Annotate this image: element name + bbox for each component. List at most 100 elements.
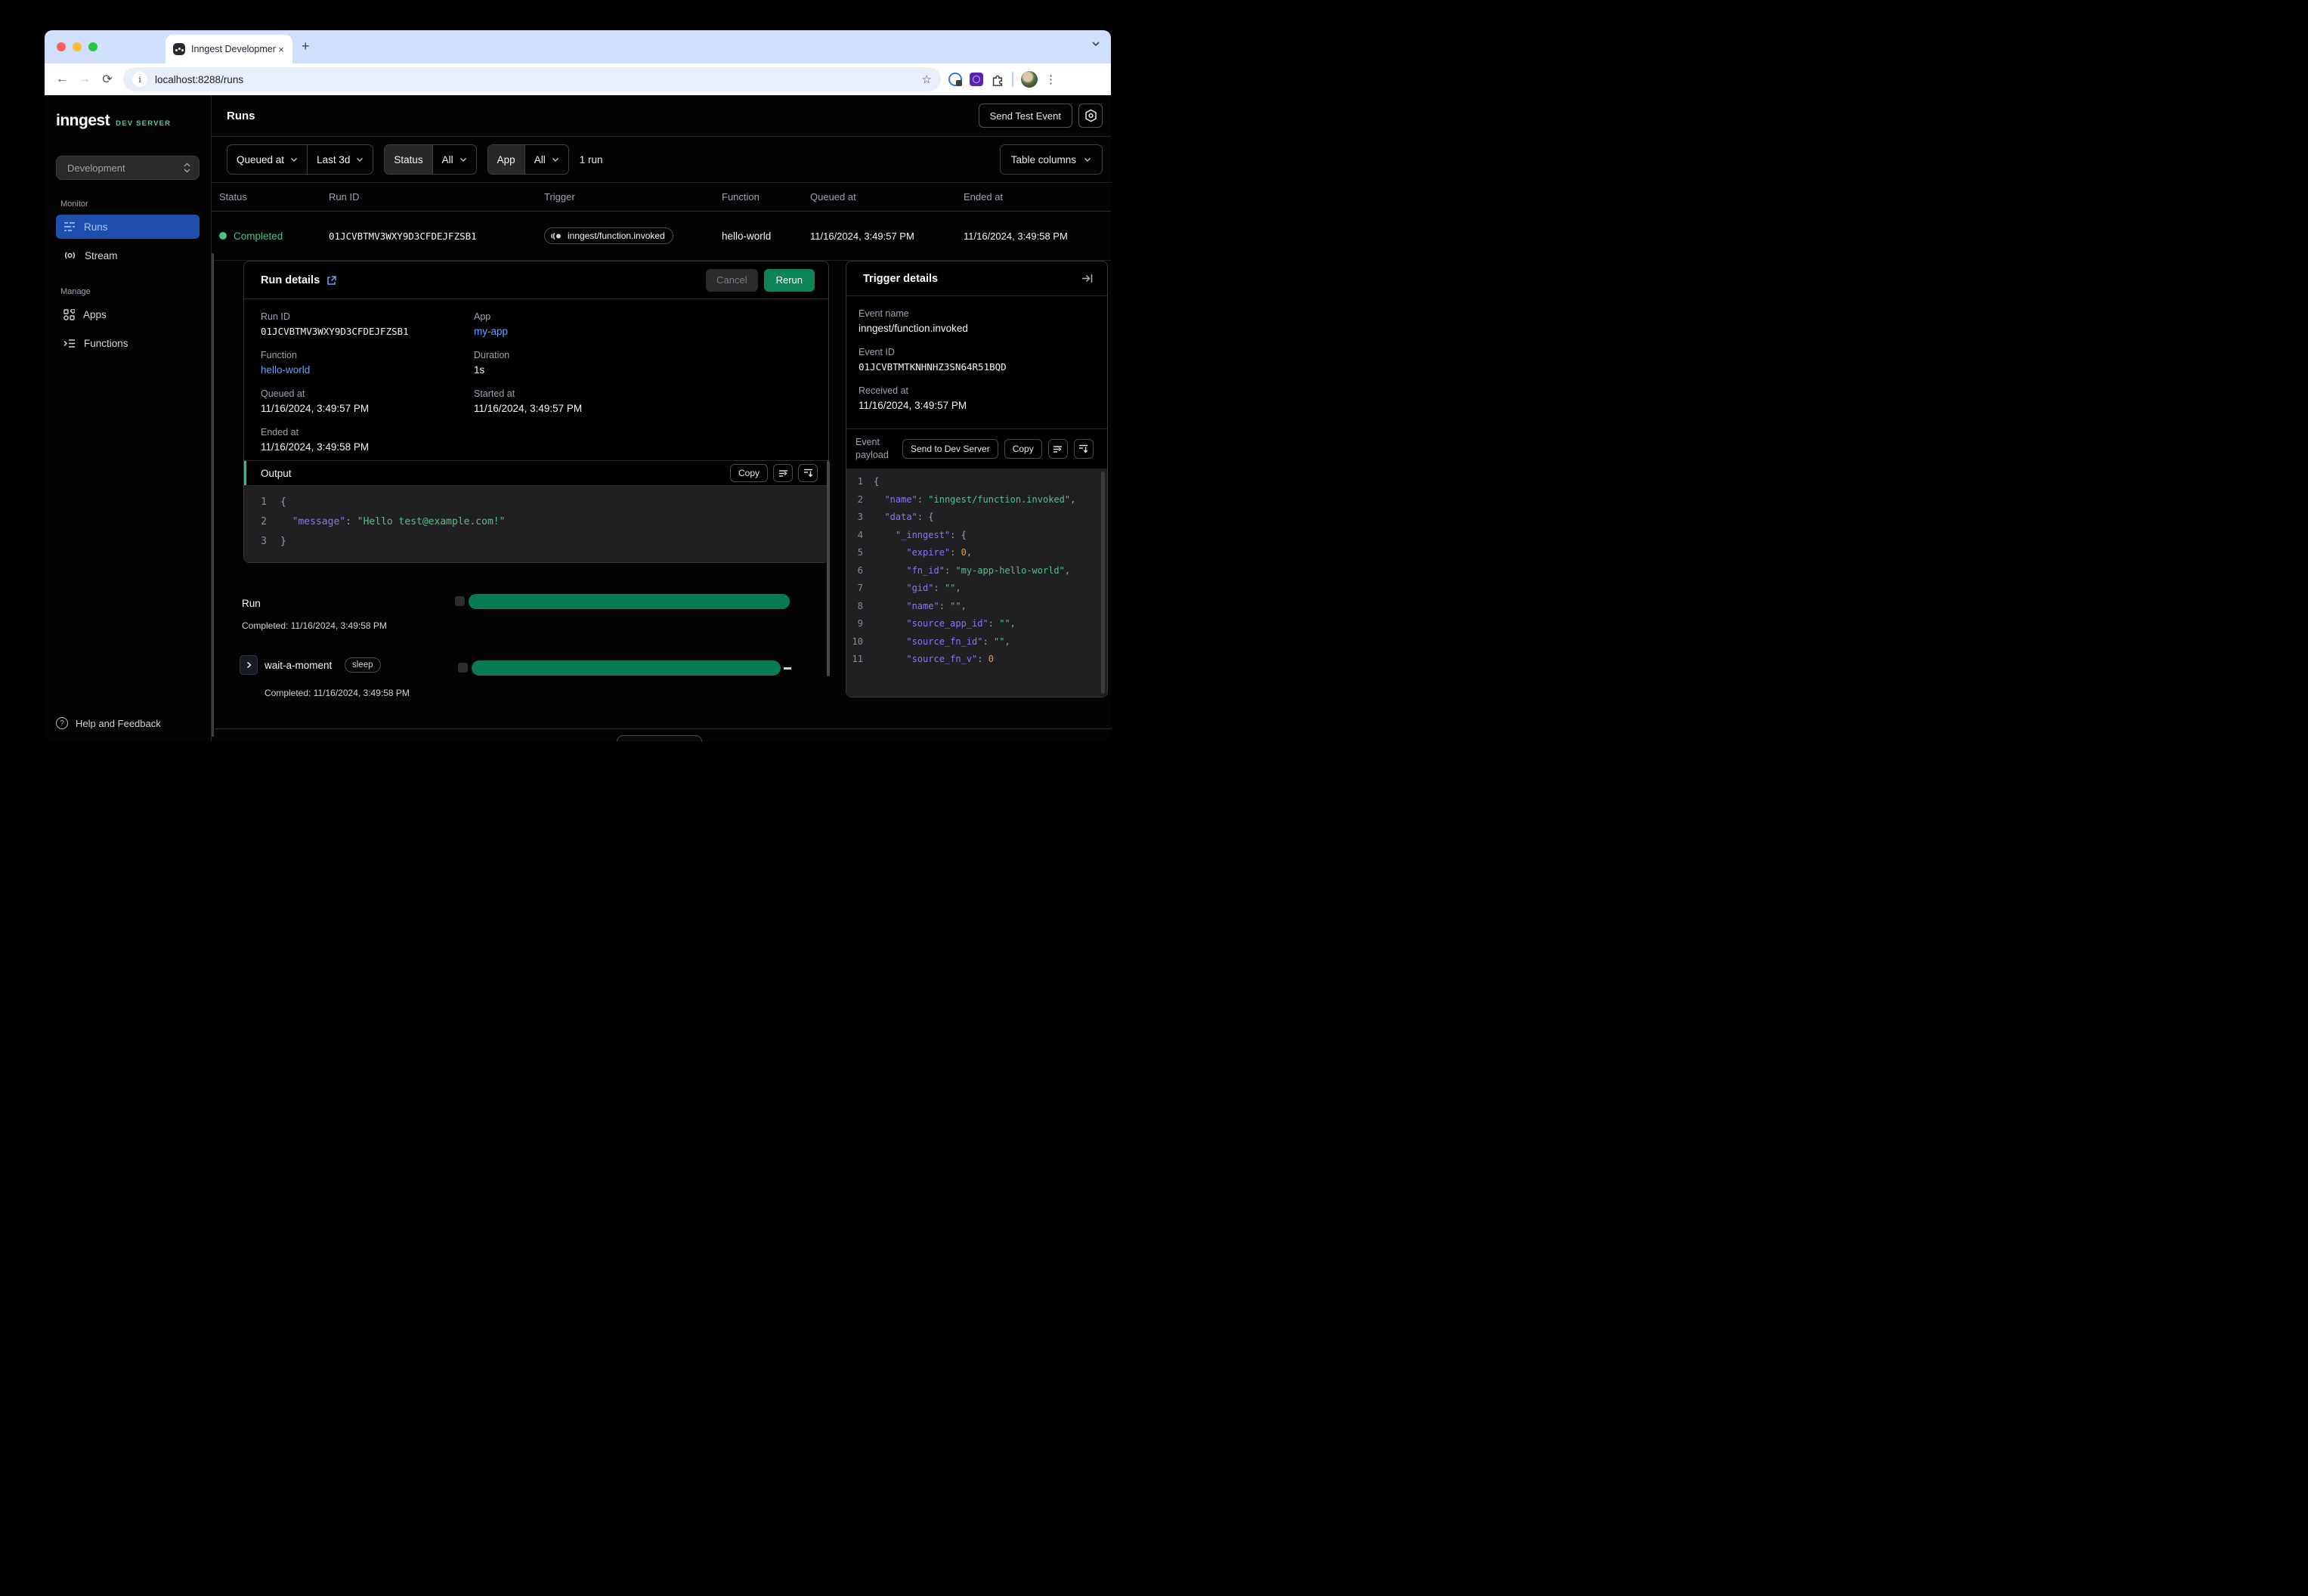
stream-icon <box>64 252 76 259</box>
col-function: Function <box>722 191 760 203</box>
code-line: 3} <box>261 536 286 547</box>
field-app: App my-app <box>474 311 812 337</box>
sidebar-section-manage: Manage <box>60 287 91 296</box>
status-label: Completed <box>234 230 283 242</box>
output-copy-button[interactable]: Copy <box>729 464 768 482</box>
forward-button[interactable]: → <box>73 73 96 86</box>
time-field-dropdown[interactable]: Queued at <box>227 145 307 174</box>
code-scrollbar[interactable] <box>1101 472 1105 694</box>
event-signal-icon <box>551 232 561 240</box>
rerun-button[interactable]: Rerun <box>763 268 815 292</box>
app-filter-label: App <box>487 145 524 174</box>
field-duration: Duration 1s <box>474 350 812 376</box>
help-icon: ? <box>56 717 68 729</box>
sidebar-item-runs[interactable]: Runs <box>56 215 200 239</box>
timeline-step-bar[interactable] <box>472 660 781 676</box>
main-scrollbar-thumb[interactable] <box>212 253 214 737</box>
url-text[interactable]: localhost:8288/runs <box>155 74 922 85</box>
status-filter-dropdown[interactable]: All <box>432 145 476 174</box>
app-filter-dropdown[interactable]: All <box>524 145 568 174</box>
chevron-down-icon <box>552 157 558 162</box>
password-manager-extension-icon[interactable] <box>948 73 962 86</box>
code-line: 5 "expire": 0, <box>857 547 973 558</box>
browser-tabstrip: Inngest Development Server × + <box>45 30 1111 63</box>
browser-menu-icon[interactable]: ⋮ <box>1045 73 1057 86</box>
purple-extension-icon[interactable] <box>970 73 983 86</box>
payload-copy-button[interactable]: Copy <box>1004 439 1042 459</box>
send-to-dev-server-button[interactable]: Send to Dev Server <box>902 439 998 459</box>
profile-avatar[interactable] <box>1021 71 1038 88</box>
field-received-at: Received at 11/16/2024, 3:49:57 PM <box>859 385 1095 411</box>
send-test-event-button[interactable]: Send Test Event <box>978 104 1072 128</box>
partially-visible-button[interactable] <box>617 735 702 741</box>
tab-title: Inngest Development Server <box>191 44 277 54</box>
output-header: Output Copy <box>244 460 828 486</box>
cancel-button[interactable]: Cancel <box>706 268 758 292</box>
zoom-window-button[interactable] <box>88 42 97 51</box>
new-tab-button[interactable]: + <box>302 39 310 54</box>
field-function: Function hello-world <box>261 350 474 376</box>
workspace-select-value: Development <box>67 162 125 174</box>
back-button[interactable]: ← <box>51 73 73 86</box>
sidebar-item-functions[interactable]: Functions <box>56 331 200 355</box>
toolbar-right: ⋮ <box>948 71 1066 88</box>
chevron-down-icon <box>1084 157 1091 162</box>
workspace-select[interactable]: Development <box>56 156 200 180</box>
chevron-down-icon <box>291 157 298 162</box>
tab-close-icon[interactable]: × <box>276 44 286 55</box>
extensions-puzzle-icon[interactable] <box>991 73 1004 86</box>
help-and-feedback[interactable]: ? Help and Feedback <box>56 717 161 729</box>
reload-button[interactable]: ⟳ <box>96 72 119 87</box>
close-window-button[interactable] <box>57 42 66 51</box>
output-code-block[interactable]: 1{2 "message": "Hello test@example.com!"… <box>244 486 828 562</box>
trigger-badge[interactable]: inngest/function.invoked <box>544 227 673 244</box>
collapse-panel-icon[interactable] <box>1081 274 1094 283</box>
sidebar-item-label: Runs <box>84 221 108 233</box>
event-name-value: inngest/function.invoked <box>859 323 968 334</box>
page-header: Runs Send Test Event <box>212 95 1111 137</box>
url-bar[interactable]: i localhost:8288/runs ☆ <box>123 67 941 91</box>
field-event-name: Event name inngest/function.invoked <box>859 308 1095 334</box>
field-queued-at: Queued at 11/16/2024, 3:49:57 PM <box>261 388 474 414</box>
settings-button[interactable] <box>1078 104 1103 128</box>
event-payload-header: Event payload Send to Dev Server Copy <box>846 428 1107 469</box>
payload-code-block[interactable]: 1{2 "name": "inngest/function.invoked", 3… <box>846 469 1107 697</box>
browser-tab[interactable]: Inngest Development Server × <box>166 35 292 63</box>
output-title: Output <box>261 467 292 479</box>
table-columns-dropdown[interactable]: Table columns <box>999 144 1103 175</box>
run-status: Completed <box>219 230 329 242</box>
step-name[interactable]: wait-a-moment <box>265 660 332 671</box>
time-range-dropdown[interactable]: Last 3d <box>307 145 373 174</box>
sidebar-item-stream[interactable]: Stream <box>56 243 200 268</box>
timeline-run-stub <box>455 596 465 606</box>
details-area: Run details Cancel Rerun Run ID 01JCVBTM… <box>212 261 1111 741</box>
run-id-value: 01JCVBTMV3WXY9D3CFDEJFZSB1 <box>261 326 409 337</box>
status-dot-icon <box>219 232 227 240</box>
timeline-run-label[interactable]: Run <box>242 598 261 609</box>
payload-scroll-to-bottom-button[interactable] <box>1073 439 1094 459</box>
status-filter-value: All <box>441 153 453 165</box>
details-scrollbar-thumb[interactable] <box>827 461 830 676</box>
inngest-favicon <box>173 43 185 55</box>
table-row[interactable]: Completed 01JCVBTMV3WXY9D3CFDEJFZSB1 inn… <box>212 212 1111 261</box>
sidebar-item-apps[interactable]: Apps <box>56 302 200 326</box>
traffic-lights[interactable] <box>57 42 97 51</box>
timeline-run-bar[interactable] <box>469 594 790 609</box>
inngest-logo: inngest <box>56 112 110 129</box>
bookmark-star-icon[interactable]: ☆ <box>922 73 932 86</box>
wrap-text-button[interactable] <box>773 464 793 482</box>
scroll-to-bottom-button[interactable] <box>798 464 818 482</box>
code-line: 3 "data": { <box>857 512 934 522</box>
app-link[interactable]: my-app <box>474 326 812 337</box>
chevron-down-icon <box>357 157 364 162</box>
tab-search-chevron-icon[interactable] <box>1091 41 1100 47</box>
expand-step-button[interactable] <box>240 655 258 675</box>
run-details-card: Run details Cancel Rerun Run ID 01JCVBTM… <box>243 261 829 563</box>
timeline-step-stub <box>458 663 468 673</box>
minimize-window-button[interactable] <box>73 42 82 51</box>
payload-wrap-text-button[interactable] <box>1047 439 1068 459</box>
col-run-id: Run ID <box>329 191 360 203</box>
site-info-icon[interactable]: i <box>132 72 147 87</box>
function-link[interactable]: hello-world <box>261 364 474 376</box>
external-link-icon[interactable] <box>326 275 337 286</box>
